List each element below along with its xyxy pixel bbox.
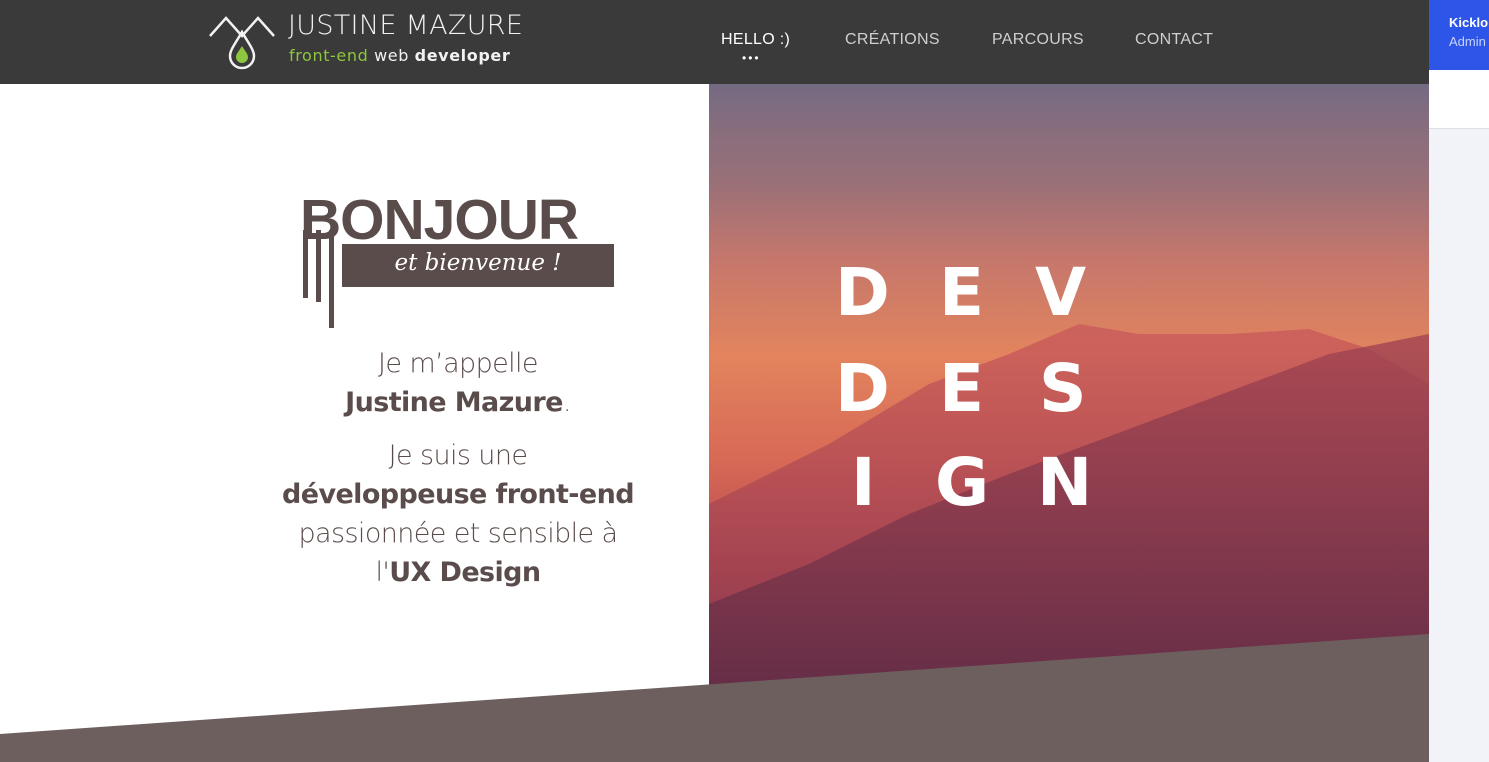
nav-item-label: CONTACT — [1135, 31, 1214, 48]
logo-name: JUSTINE MAZURE — [288, 10, 524, 41]
bienvenue-banner: et bienvenue ! — [342, 244, 614, 287]
dev-design-lettering: D E V D E S I G N — [709, 84, 1429, 762]
nav-item-parcours[interactable]: PARCOURS — [992, 31, 1084, 49]
hero-letter: E — [939, 350, 985, 427]
site-header: JUSTINE MAZURE front-end web developer H… — [0, 0, 1429, 84]
decor-stripe — [329, 230, 334, 328]
hero-letter: E — [939, 254, 985, 331]
hero-letter: V — [1035, 254, 1087, 331]
intro-text: Je m’appelle Justine Mazure. Je suis une… — [240, 344, 676, 592]
decor-stripe — [303, 230, 308, 298]
bonjour-heading: BONJOUR et bienvenue ! — [300, 190, 620, 330]
intro-ux-design: UX Design — [389, 557, 541, 588]
intro-role: développeuse front-end — [282, 479, 635, 510]
intro-role-line: développeuse front-end — [240, 475, 676, 514]
intro-line: passionnée et sensible à — [298, 518, 619, 549]
intro-line: Je suis une — [388, 440, 528, 471]
admin-side-panel: Kicklo Admin — [1429, 0, 1489, 762]
intro-name-end: . — [562, 387, 572, 418]
nav-item-contact[interactable]: CONTACT — [1135, 31, 1213, 49]
page-title: BONJOUR — [300, 188, 579, 252]
intro-line: Je m’appelle — [378, 348, 538, 379]
bienvenue-text: et bienvenue ! — [394, 250, 562, 276]
admin-panel-subtitle: Admin — [1449, 34, 1486, 49]
hero-letter: D — [835, 350, 890, 427]
hero-letter: D — [835, 254, 890, 331]
intro-ux-line: l'UX Design — [240, 553, 676, 592]
logo-tag-web: web — [374, 46, 409, 65]
logo-drop-icon — [209, 16, 275, 70]
nav-item-creations[interactable]: CRÉATIONS — [845, 31, 940, 49]
intro-ux-prefix: l' — [375, 557, 390, 588]
hero-mountain-image: D E V D E S I G N — [709, 84, 1429, 762]
site-logo[interactable]: JUSTINE MAZURE front-end web developer — [208, 10, 538, 70]
hero-letter: S — [1039, 350, 1087, 427]
hero-letter: I — [851, 444, 876, 521]
nav-item-label: PARCOURS — [992, 31, 1084, 48]
nav-item-label: HELLO :) — [721, 31, 791, 48]
hero-letter: G — [935, 444, 990, 521]
admin-panel-title: Kicklo — [1449, 15, 1489, 30]
nav-item-hello[interactable]: HELLO :) ••• — [721, 31, 791, 64]
logo-tag-front-end: front-end — [289, 46, 369, 65]
intro-name: Justine Mazure — [345, 387, 563, 418]
admin-panel-toolbar — [1429, 70, 1489, 129]
nav-item-label: CRÉATIONS — [845, 31, 940, 48]
active-dots-indicator: ••• — [742, 51, 761, 65]
decor-stripe — [316, 230, 321, 302]
logo-tag-developer: developer — [414, 46, 511, 65]
hero-letter: N — [1037, 444, 1093, 521]
intro-name-line: Justine Mazure. — [240, 383, 676, 422]
admin-panel-header[interactable]: Kicklo Admin — [1429, 0, 1489, 70]
logo-tagline: front-end web developer — [289, 46, 510, 65]
